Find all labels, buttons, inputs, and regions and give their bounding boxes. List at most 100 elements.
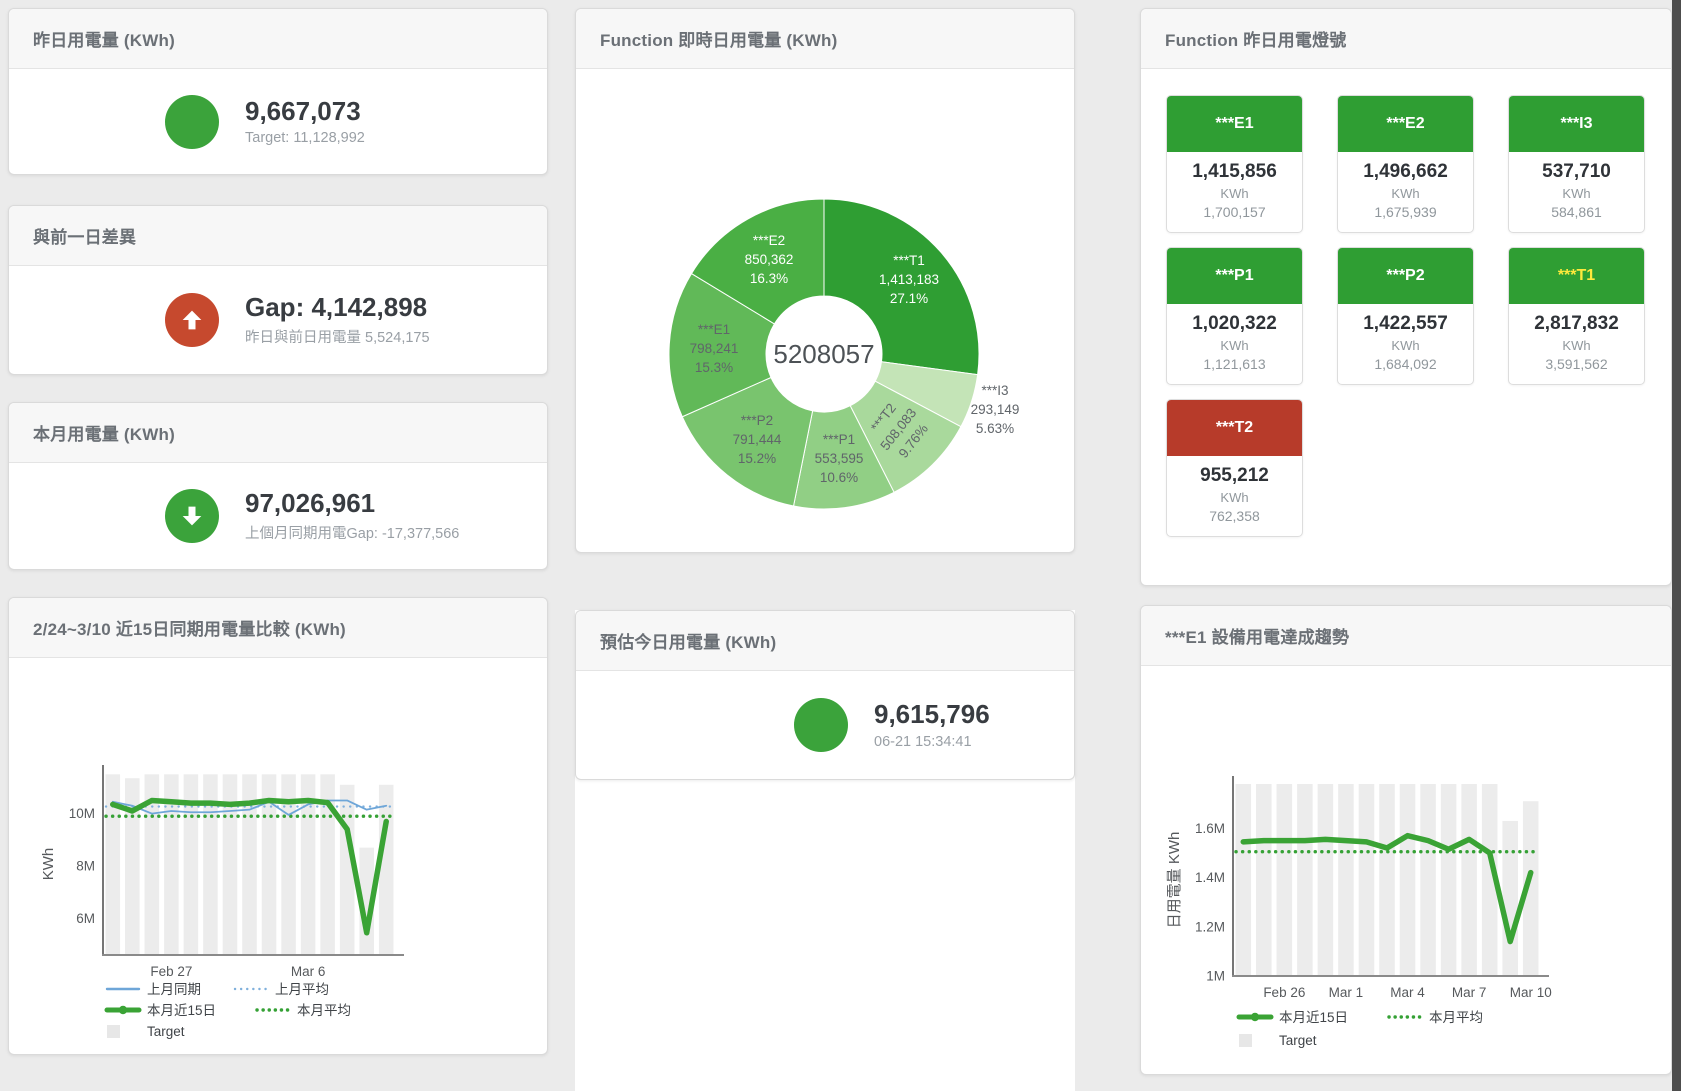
card-prev-day-gap: 與前一日差異 Gap: 4,142,898 昨日與前日用電量 5,524,175 [8,205,548,375]
target-bar [1236,784,1252,976]
card-header: 2/24~3/10 近15日同期用電量比較 (KWh) [9,598,547,658]
y-tick-label: 1.6M [1195,821,1225,836]
y-axis-label: KWh [40,848,57,881]
target-bar [1441,784,1457,976]
status-circle-icon [165,95,219,149]
x-tick-label: Feb 26 [1263,985,1305,1000]
svg-text:***E1: ***E1 [698,322,730,337]
chart-svg: 6M8M10MFeb 27Mar 6KWh上月同期上月平均本月近15日本月平均T… [9,658,547,1054]
x-tick-label: Mar 1 [1329,985,1364,1000]
target-bar [1359,784,1375,976]
tile-body: 955,212KWh762,358 [1167,456,1302,536]
stat-text: 9,615,796 06-21 15:34:41 [874,700,990,750]
donut-svg: ***T11,413,18327.1%***I3293,1495.63%***T… [576,69,1074,552]
tile-value: 537,710 [1513,161,1640,183]
stat-value: 9,667,073 [245,97,365,127]
y-tick-label: 1.2M [1195,919,1225,934]
svg-text:***E2: ***E2 [753,233,785,248]
card-header: Function 昨日用電燈號 [1141,9,1671,69]
light-tile[interactable]: ***E21,496,662KWh1,675,939 [1337,95,1474,233]
svg-text:***T1: ***T1 [893,253,925,268]
card-e1-trend-chart: ***E1 設備用電達成趨勢 1M1.2M1.4M1.6MFeb 26Mar 1… [1140,605,1672,1075]
legend-item[interactable]: 上月同期 [107,982,201,997]
tile-target-value: 3,591,562 [1513,356,1640,372]
light-tile[interactable]: ***E11,415,856KWh1,700,157 [1166,95,1303,233]
svg-text:5.63%: 5.63% [976,421,1014,436]
svg-text:***I3: ***I3 [981,383,1008,398]
legend-item[interactable]: 上月平均 [235,982,329,997]
y-tick-label: 1M [1206,969,1225,984]
tile-header: ***P2 [1338,248,1473,304]
tile-value: 1,415,856 [1171,161,1298,183]
light-tile[interactable]: ***T2955,212KWh762,358 [1166,399,1303,537]
card-header: 與前一日差異 [9,206,547,266]
target-bar [1461,784,1477,976]
stat-body: Gap: 4,142,898 昨日與前日用電量 5,524,175 [9,266,547,374]
stat-subtext: 上個月同期用電Gap: -17,377,566 [245,522,459,543]
svg-text:27.1%: 27.1% [890,291,928,306]
x-tick-label: Mar 10 [1510,985,1552,1000]
compare-15day-chart[interactable]: 6M8M10MFeb 27Mar 6KWh上月同期上月平均本月近15日本月平均T… [9,658,547,1054]
stat-subtext: 06-21 15:34:41 [874,734,990,750]
stat-text: Gap: 4,142,898 昨日與前日用電量 5,524,175 [245,293,430,348]
tile-header: ***I3 [1509,96,1644,152]
legend-swatch [1239,1034,1252,1047]
legend-item[interactable]: 本月平均 [1389,1010,1483,1025]
tile-body: 1,422,557KWh1,684,092 [1338,304,1473,384]
legend-item[interactable]: 本月近15日 [1239,1010,1348,1025]
tile-unit: KWh [1171,490,1298,505]
x-tick-label: Mar 4 [1390,985,1425,1000]
arrow-down-circle-icon [165,489,219,543]
y-tick-label: 8M [76,858,95,873]
stat-value: 97,026,961 [245,489,459,519]
x-tick-label: Mar 6 [291,964,326,979]
stat-value: 9,615,796 [874,700,990,730]
svg-text:16.3%: 16.3% [750,271,788,286]
tile-header: ***T1 [1509,248,1644,304]
card-lights-panel: Function 昨日用電燈號 ***E11,415,856KWh1,700,1… [1140,8,1672,586]
tile-unit: KWh [1171,338,1298,353]
target-bar [1256,784,1272,976]
card-today-estimate: 預估今日用電量 (KWh) 9,615,796 06-21 15:34:41 [575,610,1075,780]
y-tick-label: 10M [69,806,95,821]
tile-body: 1,496,662KWh1,675,939 [1338,152,1473,232]
svg-text:850,362: 850,362 [745,252,794,267]
tile-body: 2,817,832KWh3,591,562 [1509,304,1644,384]
light-tile[interactable]: ***I3537,710KWh584,861 [1508,95,1645,233]
donut-slice-label: ***I3 293,149 5.63% [971,383,1020,436]
legend-item[interactable]: Target [107,1024,185,1039]
legend-item[interactable]: Target [1239,1033,1317,1048]
legend-item[interactable]: 本月平均 [257,1003,351,1018]
legend-label: 上月平均 [275,982,329,997]
light-tile[interactable]: ***P11,020,322KWh1,121,613 [1166,247,1303,385]
tile-header: ***E1 [1167,96,1302,152]
scrollbar[interactable] [1672,0,1681,1091]
tile-target-value: 1,675,939 [1342,204,1469,220]
target-bar [1400,784,1416,976]
stat-body: 9,615,796 06-21 15:34:41 [576,671,1074,779]
svg-text:1,413,183: 1,413,183 [879,272,939,287]
tile-target-value: 1,700,157 [1171,204,1298,220]
tile-body: 1,020,322KWh1,121,613 [1167,304,1302,384]
target-bar [1420,784,1436,976]
card-title: 2/24~3/10 近15日同期用電量比較 (KWh) [33,615,346,640]
function-usage-donut-chart[interactable]: ***T11,413,18327.1%***I3293,1495.63%***T… [576,69,1074,552]
svg-text:553,595: 553,595 [815,451,864,466]
legend-label: 本月近15日 [147,1003,216,1018]
svg-text:798,241: 798,241 [690,341,739,356]
stat-body: 9,667,073 Target: 11,128,992 [9,69,547,174]
tile-body: 537,710KWh584,861 [1509,152,1644,232]
legend-item[interactable]: 本月近15日 [107,1003,216,1018]
e1-trend-chart[interactable]: 1M1.2M1.4M1.6MFeb 26Mar 1Mar 4Mar 7Mar 1… [1141,666,1671,1074]
svg-text:293,149: 293,149 [971,402,1020,417]
light-tile[interactable]: ***T12,817,832KWh3,591,562 [1508,247,1645,385]
tile-body: 1,415,856KWh1,700,157 [1167,152,1302,232]
card-header: ***E1 設備用電達成趨勢 [1141,606,1671,666]
y-axis-label: 日用電量 KWh [1166,832,1183,929]
legend-label: 本月近15日 [1279,1010,1348,1025]
chart-svg: 1M1.2M1.4M1.6MFeb 26Mar 1Mar 4Mar 7Mar 1… [1141,666,1671,1074]
light-tile[interactable]: ***P21,422,557KWh1,684,092 [1337,247,1474,385]
stat-value: Gap: 4,142,898 [245,293,430,323]
tile-unit: KWh [1513,186,1640,201]
tile-target-value: 1,684,092 [1342,356,1469,372]
